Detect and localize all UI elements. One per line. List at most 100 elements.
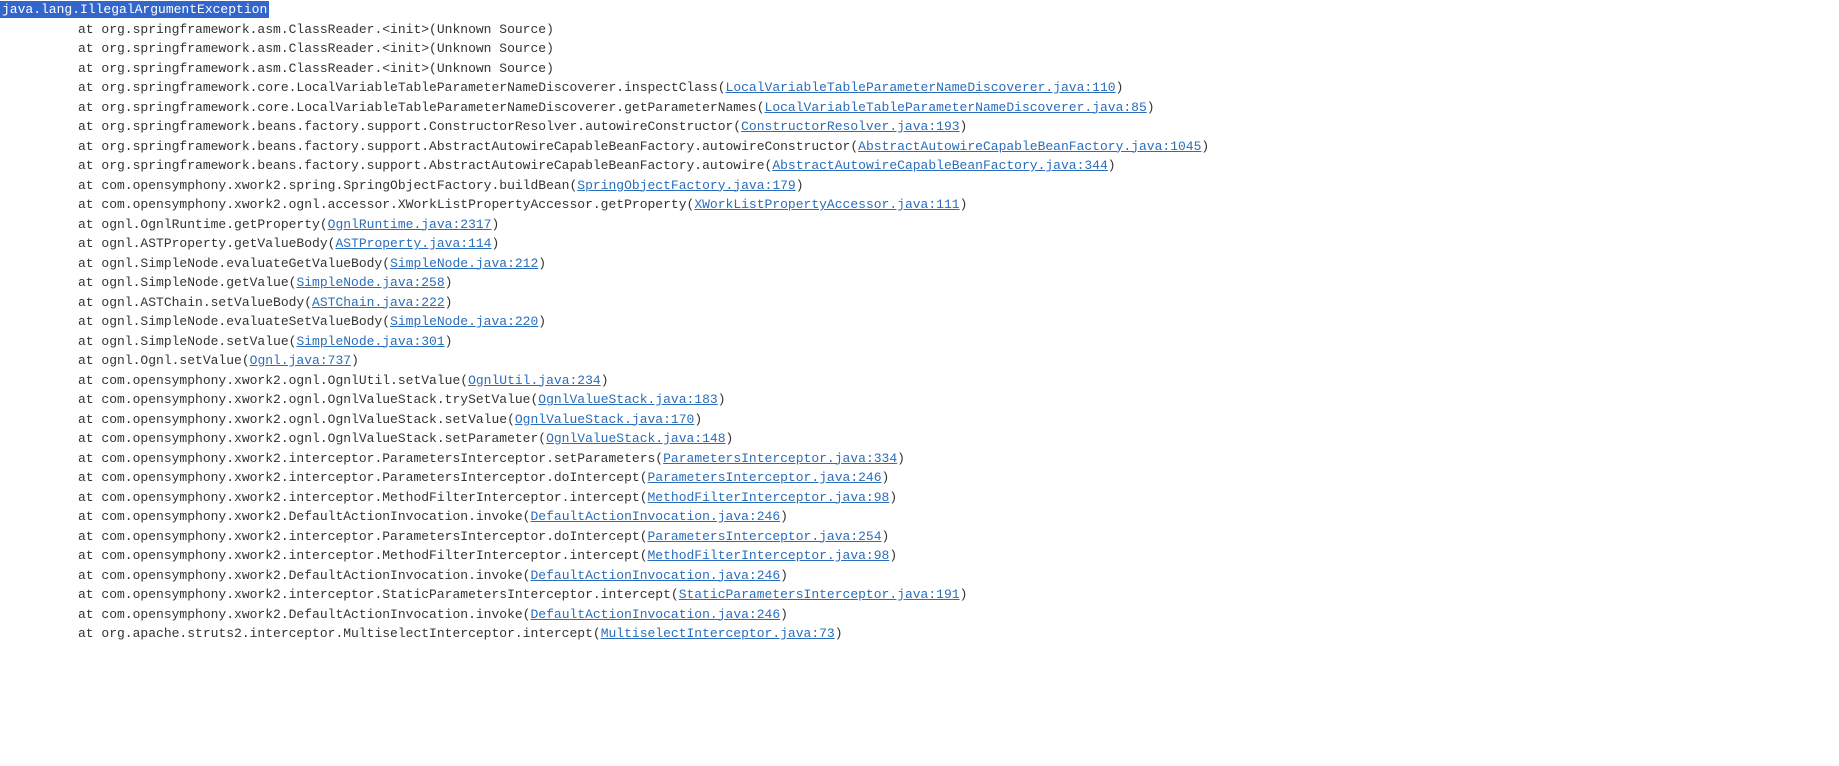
stack-frame: at com.opensymphony.xwork2.interceptor.P… <box>0 527 1839 547</box>
stack-frame-text: at com.opensymphony.xwork2.interceptor.M… <box>78 548 648 563</box>
stack-frame-text: at com.opensymphony.xwork2.interceptor.P… <box>78 470 648 485</box>
stack-frame-text: at ognl.OgnlRuntime.getProperty( <box>78 217 328 232</box>
stack-frame-text: at org.springframework.asm.ClassReader.<… <box>78 22 554 37</box>
stack-frame: at com.opensymphony.xwork2.DefaultAction… <box>0 605 1839 625</box>
close-paren: ) <box>780 509 788 524</box>
source-file-link[interactable]: ParametersInterceptor.java:246 <box>648 470 882 485</box>
source-file-link[interactable]: Ognl.java:737 <box>250 353 351 368</box>
close-paren: ) <box>780 607 788 622</box>
close-paren: ) <box>491 236 499 251</box>
close-paren: ) <box>897 451 905 466</box>
source-file-link[interactable]: AbstractAutowireCapableBeanFactory.java:… <box>772 158 1107 173</box>
stack-frame-text: at org.springframework.beans.factory.sup… <box>78 139 858 154</box>
stack-frame-text: at com.opensymphony.xwork2.interceptor.P… <box>78 529 648 544</box>
source-file-link[interactable]: MultiselectInterceptor.java:73 <box>601 626 835 641</box>
stack-frame: at ognl.ASTProperty.getValueBody(ASTProp… <box>0 234 1839 254</box>
stack-frame: at org.springframework.asm.ClassReader.<… <box>0 59 1839 79</box>
stack-frame: at com.opensymphony.xwork2.ognl.accessor… <box>0 195 1839 215</box>
source-file-link[interactable]: OgnlValueStack.java:170 <box>515 412 694 427</box>
stack-frame-text: at org.springframework.beans.factory.sup… <box>78 119 741 134</box>
stack-frame-text: at com.opensymphony.xwork2.interceptor.S… <box>78 587 679 602</box>
close-paren: ) <box>1147 100 1155 115</box>
source-file-link[interactable]: ASTProperty.java:114 <box>335 236 491 251</box>
close-paren: ) <box>889 490 897 505</box>
close-paren: ) <box>960 587 968 602</box>
source-file-link[interactable]: ASTChain.java:222 <box>312 295 445 310</box>
source-file-link[interactable]: OgnlValueStack.java:148 <box>546 431 725 446</box>
stack-frame: at org.springframework.core.LocalVariabl… <box>0 98 1839 118</box>
close-paren: ) <box>1116 80 1124 95</box>
exception-line-wrapper: java.lang.IllegalArgumentException <box>0 0 1839 20</box>
close-paren: ) <box>351 353 359 368</box>
stack-frame: at com.opensymphony.xwork2.DefaultAction… <box>0 566 1839 586</box>
stack-frame-text: at ognl.Ognl.setValue( <box>78 353 250 368</box>
stack-frame-text: at ognl.SimpleNode.setValue( <box>78 334 296 349</box>
source-file-link[interactable]: OgnlRuntime.java:2317 <box>328 217 492 232</box>
close-paren: ) <box>780 568 788 583</box>
stack-frame-text: at com.opensymphony.xwork2.ognl.OgnlValu… <box>78 431 546 446</box>
stack-frame: at com.opensymphony.xwork2.ognl.OgnlValu… <box>0 390 1839 410</box>
stack-frame-text: at com.opensymphony.xwork2.ognl.accessor… <box>78 197 694 212</box>
close-paren: ) <box>889 548 897 563</box>
stack-frame: at ognl.SimpleNode.evaluateSetValueBody(… <box>0 312 1839 332</box>
close-paren: ) <box>960 119 968 134</box>
source-file-link[interactable]: XWorkListPropertyAccessor.java:111 <box>694 197 959 212</box>
source-file-link[interactable]: ParametersInterceptor.java:254 <box>648 529 882 544</box>
close-paren: ) <box>960 197 968 212</box>
stack-frame-text: at com.opensymphony.xwork2.ognl.OgnlValu… <box>78 412 515 427</box>
stack-frame: at com.opensymphony.xwork2.DefaultAction… <box>0 507 1839 527</box>
stack-frame-text: at com.opensymphony.xwork2.interceptor.P… <box>78 451 663 466</box>
stack-frame-text: at com.opensymphony.xwork2.ognl.OgnlUtil… <box>78 373 468 388</box>
stack-frame: at com.opensymphony.xwork2.interceptor.M… <box>0 546 1839 566</box>
source-file-link[interactable]: MethodFilterInterceptor.java:98 <box>648 548 890 563</box>
close-paren: ) <box>694 412 702 427</box>
close-paren: ) <box>491 217 499 232</box>
stack-frame-text: at org.springframework.asm.ClassReader.<… <box>78 61 554 76</box>
source-file-link[interactable]: SimpleNode.java:220 <box>390 314 538 329</box>
stack-frame-text: at ognl.SimpleNode.evaluateGetValueBody( <box>78 256 390 271</box>
close-paren: ) <box>445 334 453 349</box>
close-paren: ) <box>1108 158 1116 173</box>
stack-frame: at com.opensymphony.xwork2.ognl.OgnlValu… <box>0 429 1839 449</box>
stack-frame: at com.opensymphony.xwork2.ognl.OgnlUtil… <box>0 371 1839 391</box>
source-file-link[interactable]: LocalVariableTableParameterNameDiscovere… <box>765 100 1147 115</box>
stack-frame-text: at org.apache.struts2.interceptor.Multis… <box>78 626 601 641</box>
source-file-link[interactable]: DefaultActionInvocation.java:246 <box>530 568 780 583</box>
source-file-link[interactable]: SpringObjectFactory.java:179 <box>577 178 795 193</box>
source-file-link[interactable]: LocalVariableTableParameterNameDiscovere… <box>726 80 1116 95</box>
stack-frame: at ognl.SimpleNode.evaluateGetValueBody(… <box>0 254 1839 274</box>
source-file-link[interactable]: OgnlUtil.java:234 <box>468 373 601 388</box>
source-file-link[interactable]: ParametersInterceptor.java:334 <box>663 451 897 466</box>
source-file-link[interactable]: StaticParametersInterceptor.java:191 <box>679 587 960 602</box>
close-paren: ) <box>718 392 726 407</box>
stack-frame: at ognl.SimpleNode.getValue(SimpleNode.j… <box>0 273 1839 293</box>
source-file-link[interactable]: SimpleNode.java:212 <box>390 256 538 271</box>
stack-frame: at com.opensymphony.xwork2.interceptor.P… <box>0 468 1839 488</box>
stack-frame-text: at com.opensymphony.xwork2.spring.Spring… <box>78 178 577 193</box>
source-file-link[interactable]: ConstructorResolver.java:193 <box>741 119 959 134</box>
source-file-link[interactable]: AbstractAutowireCapableBeanFactory.java:… <box>858 139 1201 154</box>
source-file-link[interactable]: MethodFilterInterceptor.java:98 <box>648 490 890 505</box>
stack-frame-text: at com.opensymphony.xwork2.interceptor.M… <box>78 490 648 505</box>
exception-name[interactable]: java.lang.IllegalArgumentException <box>0 1 269 18</box>
source-file-link[interactable]: DefaultActionInvocation.java:246 <box>530 509 780 524</box>
close-paren: ) <box>445 275 453 290</box>
stack-frame-text: at ognl.SimpleNode.getValue( <box>78 275 296 290</box>
source-file-link[interactable]: DefaultActionInvocation.java:246 <box>530 607 780 622</box>
source-file-link[interactable]: SimpleNode.java:301 <box>296 334 444 349</box>
stack-frame: at com.opensymphony.xwork2.spring.Spring… <box>0 176 1839 196</box>
stack-trace-container: java.lang.IllegalArgumentException at or… <box>0 0 1839 652</box>
stack-frame: at com.opensymphony.xwork2.ognl.OgnlValu… <box>0 410 1839 430</box>
close-paren: ) <box>882 529 890 544</box>
stack-frame: at ognl.Ognl.setValue(Ognl.java:737) <box>0 351 1839 371</box>
close-paren: ) <box>538 256 546 271</box>
stack-frame-text: at ognl.SimpleNode.evaluateSetValueBody( <box>78 314 390 329</box>
stack-frame: at org.springframework.core.LocalVariabl… <box>0 78 1839 98</box>
close-paren: ) <box>601 373 609 388</box>
stack-frame: at org.springframework.asm.ClassReader.<… <box>0 20 1839 40</box>
stack-frame: at org.apache.struts2.interceptor.Multis… <box>0 624 1839 644</box>
source-file-link[interactable]: OgnlValueStack.java:183 <box>538 392 717 407</box>
stack-frame-text: at org.springframework.asm.ClassReader.<… <box>78 41 554 56</box>
source-file-link[interactable]: SimpleNode.java:258 <box>296 275 444 290</box>
stack-frame: at org.springframework.beans.factory.sup… <box>0 137 1839 157</box>
